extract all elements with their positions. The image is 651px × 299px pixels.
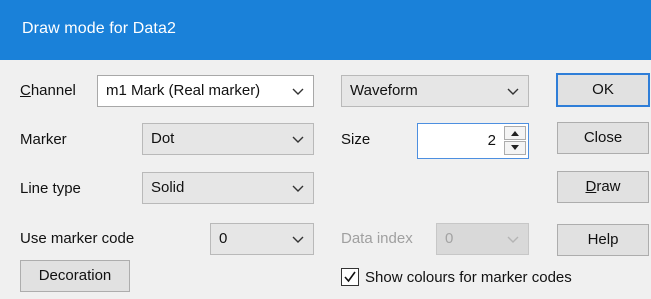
spin-up-button[interactable] [504, 126, 526, 140]
help-button-label: Help [587, 231, 619, 248]
line-type-label: Line type [20, 180, 81, 197]
marker-code-select[interactable]: 0 [210, 223, 314, 255]
marker-select[interactable]: Dot [142, 123, 314, 155]
channel-select-value: m1 Mark (Real marker) [106, 82, 261, 99]
chevron-down-icon [292, 236, 304, 243]
arrow-up-icon [511, 131, 519, 136]
draw-mode-select-value: Waveform [350, 82, 418, 99]
chevron-down-icon [507, 88, 519, 95]
show-colours-checkbox[interactable] [341, 268, 359, 286]
draw-mode-select[interactable]: Waveform [341, 75, 529, 107]
title-bar[interactable]: Draw mode for Data2 [0, 0, 651, 60]
ok-button[interactable]: OK [556, 73, 650, 107]
line-type-select[interactable]: Solid [142, 172, 314, 204]
draw-button-label: Draw [585, 178, 621, 195]
chevron-down-icon [292, 136, 304, 143]
marker-label: Marker [20, 131, 67, 148]
window-title: Draw mode for Data2 [22, 20, 176, 37]
spin-down-button[interactable] [504, 141, 526, 155]
size-value: 2 [487, 132, 496, 149]
close-button-label: Close [583, 129, 623, 146]
dialog-body: Channel m1 Mark (Real marker) Waveform O… [0, 60, 651, 299]
show-colours-label[interactable]: Show colours for marker codes [365, 269, 572, 286]
marker-select-value: Dot [151, 130, 175, 147]
arrow-down-icon [511, 145, 519, 150]
decoration-button[interactable]: Decoration [20, 260, 130, 292]
line-type-select-value: Solid [151, 179, 185, 196]
channel-label-rest: hannel [30, 82, 76, 99]
data-index-select: 0 [436, 223, 529, 255]
channel-select[interactable]: m1 Mark (Real marker) [97, 75, 314, 107]
chevron-down-icon [507, 236, 519, 243]
use-marker-code-label: Use marker code [20, 230, 135, 247]
data-index-label: Data index [341, 230, 413, 247]
size-label: Size [341, 131, 371, 148]
chevron-down-icon [292, 185, 304, 192]
size-spinner[interactable]: 2 [417, 123, 529, 159]
marker-code-select-value: 0 [219, 230, 228, 247]
channel-label: Channel [20, 82, 76, 99]
decoration-button-label: Decoration [38, 267, 112, 284]
draw-button[interactable]: Draw [557, 171, 649, 203]
chevron-down-icon [292, 88, 304, 95]
ok-button-label: OK [592, 81, 614, 98]
check-icon [344, 271, 356, 283]
data-index-select-value: 0 [445, 230, 454, 247]
help-button[interactable]: Help [557, 224, 649, 256]
close-button[interactable]: Close [557, 122, 649, 154]
